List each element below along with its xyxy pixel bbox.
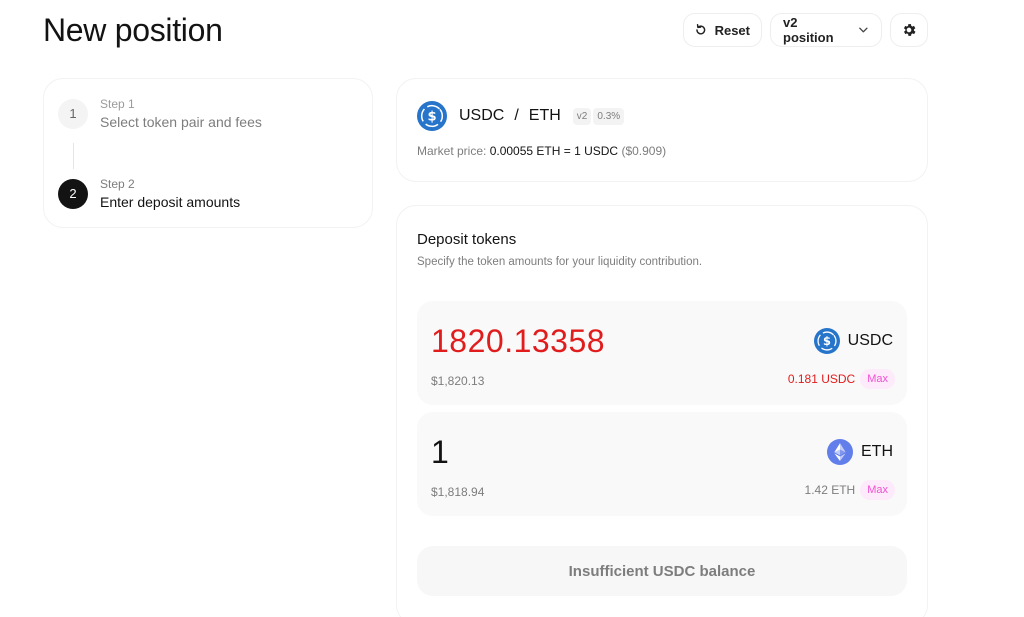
token0-symbol: USDC xyxy=(847,332,893,349)
token1-balance-row: 1.42 ETH Max xyxy=(805,480,895,500)
deposit-title: Deposit tokens xyxy=(417,231,517,248)
fee-badge: 0.3% xyxy=(593,107,625,125)
svg-text:$: $ xyxy=(427,110,436,125)
reset-icon xyxy=(696,24,706,35)
pair-card: $ USDC / ETH v2 0.3% Market price: 0.00055… xyxy=(396,78,928,182)
version-badge: v2 xyxy=(572,107,592,125)
step-2-number: 2 xyxy=(58,178,88,209)
pair-token1: ETH xyxy=(528,107,561,124)
step-2-label: Enter deposit amounts xyxy=(100,194,241,210)
page-title: New position xyxy=(43,12,223,48)
market-value: 0.00055 ETH = 1 USDC xyxy=(489,144,619,158)
pair-name: USDC / ETH xyxy=(459,107,561,125)
token0-fiat-value: $1,820.13 xyxy=(431,374,485,388)
step-1[interactable]: 1 Step 1 Select token pair and fees xyxy=(58,97,262,130)
step-2[interactable]: 2 Step 2 Enter deposit amounts xyxy=(58,177,240,210)
chevron-down-icon xyxy=(859,27,868,33)
pair-separator: / xyxy=(514,107,519,124)
token0-balance: 0.181 USDC xyxy=(787,372,856,386)
token1-max-button[interactable]: Max xyxy=(860,480,895,500)
token0-input-box: 1820.13358 $1,820.13 $ USDC 0.181 USDC M… xyxy=(417,301,907,405)
token0-selector: $ USDC xyxy=(813,328,893,354)
pair-token0: USDC xyxy=(459,107,505,124)
reset-button[interactable]: Reset xyxy=(683,13,762,47)
token1-input-box: 1 $1,818.94 ETH 1.42 ETH Max xyxy=(417,412,907,516)
eth-icon xyxy=(827,439,853,465)
deposit-subtitle: Specify the token amounts for your liqui… xyxy=(417,256,703,268)
token0-balance-row: 0.181 USDC Max xyxy=(788,369,895,389)
gear-icon xyxy=(903,24,916,36)
top-actions: Reset v2 position xyxy=(683,13,928,47)
version-select[interactable]: v2 position xyxy=(770,13,882,47)
token1-symbol: ETH xyxy=(861,443,893,460)
settings-button[interactable] xyxy=(890,13,928,47)
step-1-label: Select token pair and fees xyxy=(100,114,262,130)
step-2-caption: Step 2 xyxy=(100,177,135,191)
market-usd: ($0.909) xyxy=(621,144,667,158)
token1-balance: 1.42 ETH xyxy=(804,483,856,497)
token0-max-button[interactable]: Max xyxy=(860,369,895,389)
token0-amount-input[interactable]: 1820.13358 xyxy=(431,323,605,360)
deposit-card: Deposit tokens Specify the token amounts… xyxy=(396,205,928,617)
token1-selector: ETH xyxy=(827,439,893,465)
reset-label: Reset xyxy=(714,22,750,38)
token1-fiat-value: $1,818.94 xyxy=(431,485,485,499)
svg-text:$: $ xyxy=(823,334,831,348)
submit-button[interactable]: Insufficient USDC balance xyxy=(417,546,907,596)
steps-card: 1 Step 1 Select token pair and fees 2 St… xyxy=(43,78,373,228)
usdc-icon: $ xyxy=(417,101,447,131)
market-price: Market price: 0.00055 ETH = 1 USDC ($0.9… xyxy=(417,144,666,158)
step-1-caption: Step 1 xyxy=(100,97,135,111)
market-label: Market price: xyxy=(417,144,487,158)
usdc-icon: $ xyxy=(813,328,840,354)
version-label: v2 position xyxy=(783,15,834,45)
step-connector xyxy=(73,143,74,169)
step-1-number: 1 xyxy=(58,98,88,129)
token1-amount-input[interactable]: 1 xyxy=(431,434,449,471)
